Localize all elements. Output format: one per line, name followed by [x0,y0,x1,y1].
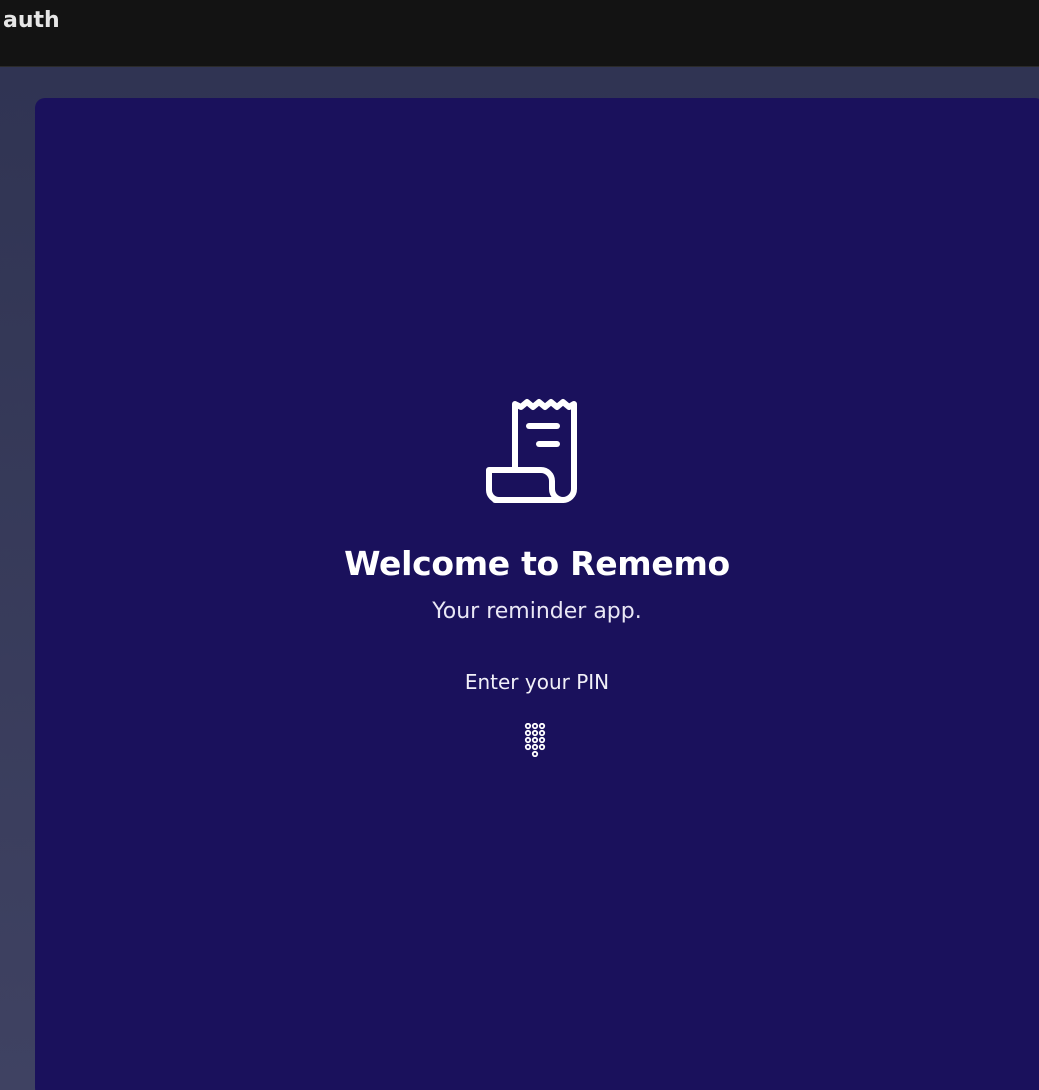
dialpad-icon [524,723,550,757]
pin-keypad-button[interactable] [520,721,554,759]
auth-card: Welcome to Rememo Your reminder app. Ent… [35,98,1039,1090]
window-title: auth [3,8,60,33]
welcome-subtitle: Your reminder app. [432,599,642,624]
window-titlebar: auth [0,0,1039,67]
welcome-headline: Welcome to Rememo [344,544,730,583]
welcome-panel: Welcome to Rememo Your reminder app. Ent… [35,398,1039,759]
pin-label: Enter your PIN [464,670,610,694]
receipt-scroll-icon [477,398,597,510]
